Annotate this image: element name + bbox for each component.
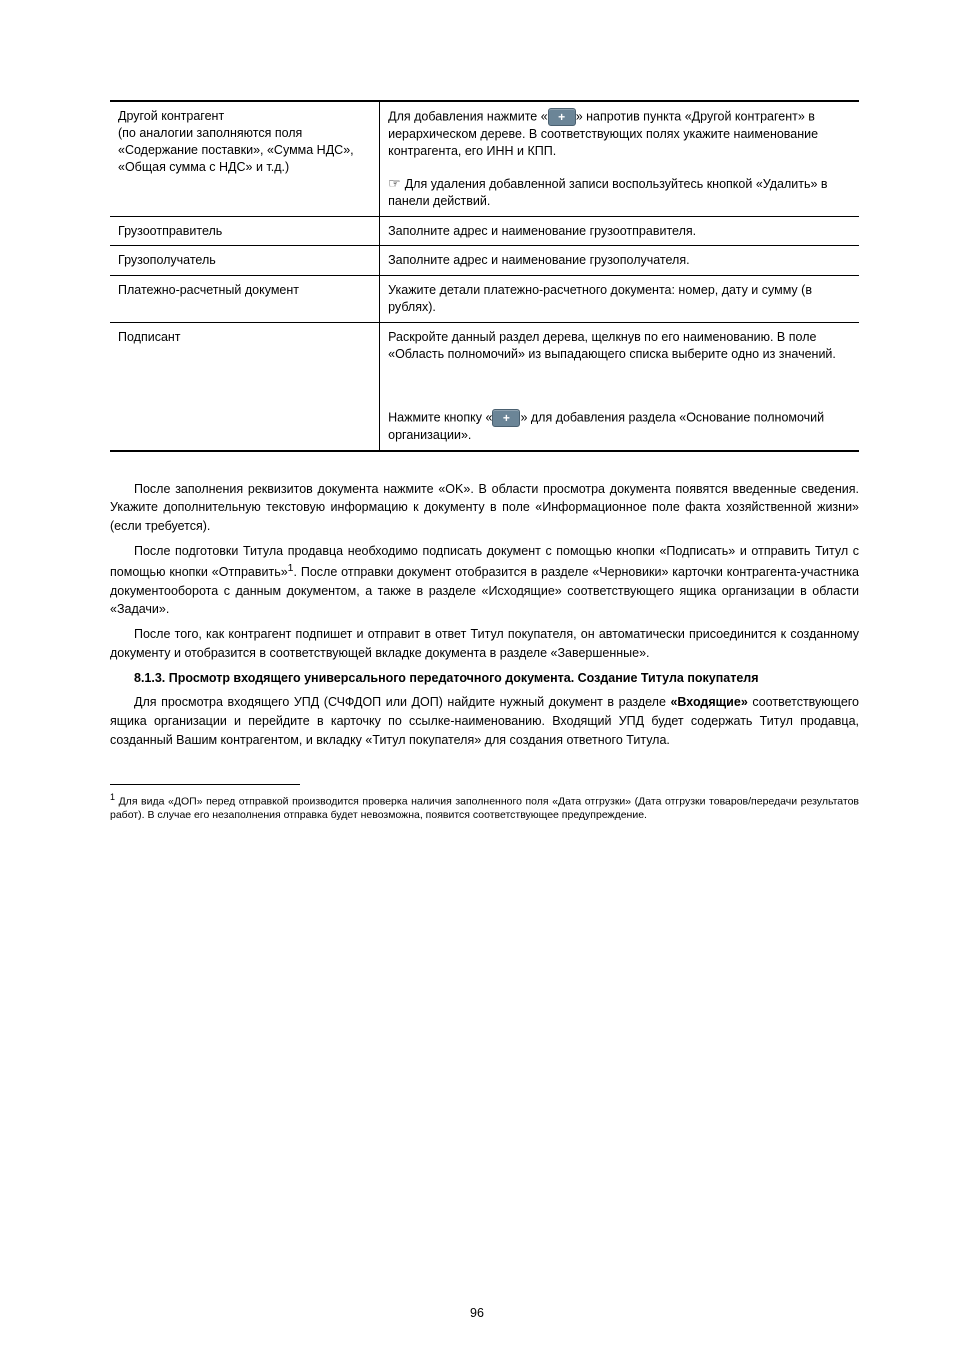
table-cell-left: Платежно-расчетный документ (110, 276, 380, 323)
table-cell-left: Другой контрагент(по аналогии заполняютс… (110, 101, 380, 216)
paragraph-3: После того, как контрагент подпишет и от… (110, 625, 859, 663)
field-name: Грузополучатель (118, 252, 371, 269)
table-row: Грузополучатель Заполните адрес и наимено… (110, 246, 859, 276)
table-cell-left: Грузополучатель (110, 246, 380, 276)
table-cell-left: Подписант (110, 323, 380, 451)
cell-note: ☞Для удаления добавленной записи восполь… (388, 176, 851, 210)
paragraph-1: После заполнения реквизитов документа на… (110, 480, 859, 536)
body-text: После заполнения реквизитов документа на… (110, 480, 859, 750)
cell-text: Для добавления нажмите «+» напротив пунк… (388, 108, 851, 160)
paragraph-4: Для просмотра входящего УПД (СЧФДОП или … (110, 693, 859, 749)
table-row: Грузоотправитель Заполните адрес и наимен… (110, 216, 859, 246)
field-name: Подписант (118, 329, 371, 346)
spec-table: Другой контрагент(по аналогии заполняютс… (110, 100, 859, 452)
field-name: Платежно-расчетный документ (118, 282, 371, 299)
table-cell-left: Грузоотправитель (110, 216, 380, 246)
table-cell-right: Для добавления нажмите «+» напротив пунк… (380, 101, 859, 216)
table-row: Платежно-расчетный документ Укажите детал… (110, 276, 859, 323)
section-heading: 8.1.3. Просмотр входящего универсального… (110, 669, 859, 688)
footnote-rule (110, 784, 300, 785)
plus-icon[interactable]: + (492, 409, 520, 427)
plus-icon[interactable]: + (548, 108, 576, 126)
field-name: Другой контрагент (118, 108, 371, 125)
table-cell-right: Укажите детали платежно-расчетного докум… (380, 276, 859, 323)
table-row: Другой контрагент(по аналогии заполняютс… (110, 101, 859, 216)
paragraph-2: После подготовки Титула продавца необход… (110, 542, 859, 619)
cell-top-text: Раскройте данный раздел дерева, щелкнув … (388, 329, 851, 363)
cell-text: Укажите детали платежно-расчетного докум… (388, 282, 851, 316)
table-row: Подписант Раскройте данный раздел дерева,… (110, 323, 859, 451)
page-number: 96 (0, 1306, 954, 1320)
field-name: Грузоотправитель (118, 223, 371, 240)
field-subtext: (по аналогии заполняются поля «Содержани… (118, 125, 371, 176)
cell-text: Заполните адрес и наименование грузополу… (388, 252, 851, 269)
footnote: 1 Для вида «ДОП» перед отправкой произво… (110, 791, 859, 823)
cell-text: Нажмите кнопку «+» для добавления раздел… (388, 409, 851, 444)
hand-icon: ☞ (388, 176, 401, 190)
table-cell-right: Раскройте данный раздел дерева, щелкнув … (380, 323, 859, 451)
table-cell-right: Заполните адрес и наименование грузоотпр… (380, 216, 859, 246)
table-cell-right: Заполните адрес и наименование грузополу… (380, 246, 859, 276)
cell-text: Заполните адрес и наименование грузоотпр… (388, 223, 851, 240)
